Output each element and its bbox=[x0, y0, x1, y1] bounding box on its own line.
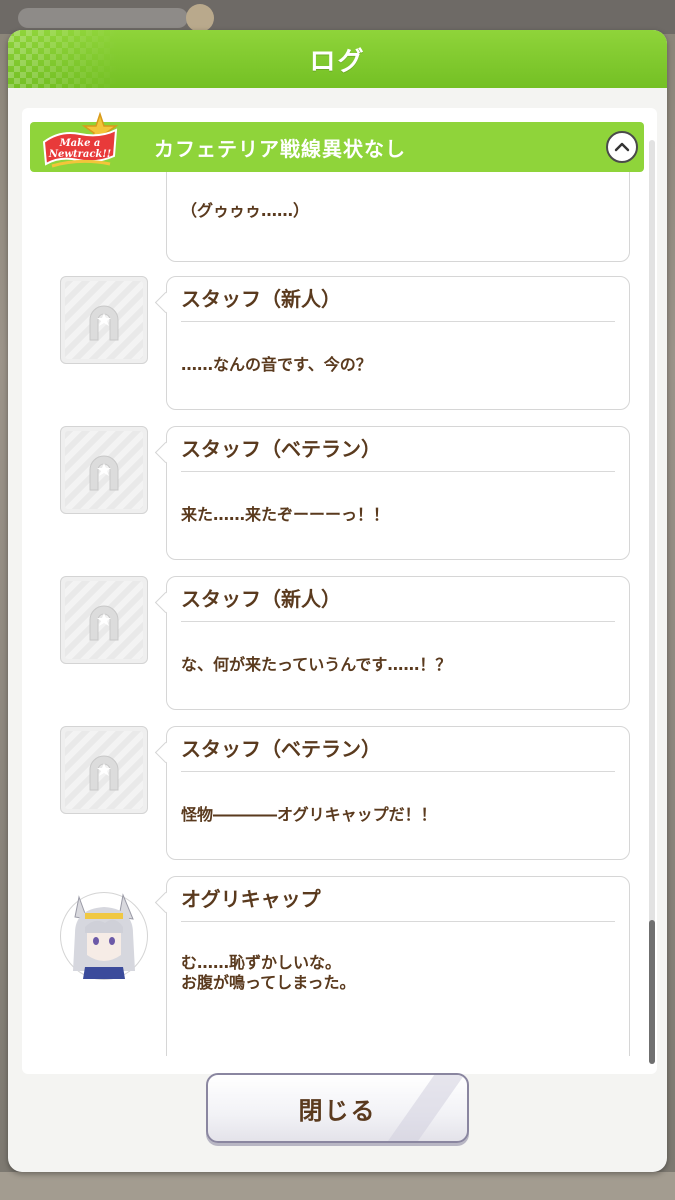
message-bubble: スタッフ（ベテラン） 怪物――――オグリキャップだ！！ bbox=[166, 726, 630, 860]
character-portrait-icon bbox=[62, 893, 146, 979]
message-text: ……なんの音です、今の？ bbox=[181, 355, 372, 374]
avatar bbox=[60, 726, 148, 814]
close-button[interactable]: 閉じる bbox=[206, 1073, 469, 1143]
collapse-button[interactable] bbox=[606, 131, 638, 163]
avatar bbox=[60, 426, 148, 514]
divider bbox=[181, 471, 615, 472]
message-bubble: （グゥゥゥ……） bbox=[166, 172, 630, 262]
divider bbox=[181, 771, 615, 772]
horseshoe-icon bbox=[89, 755, 119, 791]
message-bubble: スタッフ（新人） な、何が来たっていうんです……！？ bbox=[166, 576, 630, 710]
divider bbox=[181, 921, 615, 922]
close-button-label: 閉じる bbox=[298, 1096, 377, 1125]
message-text: な、何が来たっていうんです……！？ bbox=[181, 655, 452, 674]
chevron-up-icon bbox=[614, 142, 630, 152]
log-panel[interactable]: Make a Newtrack!! カフェテリア戦線異状なし （グゥゥゥ……） bbox=[22, 108, 657, 1074]
avatar bbox=[60, 276, 148, 364]
divider bbox=[181, 321, 615, 322]
background-bottom-bar bbox=[0, 1172, 675, 1200]
speaker-name: スタッフ（ベテラン） bbox=[181, 437, 381, 461]
dialog-title: ログ bbox=[309, 46, 366, 77]
message-bubble: オグリキャップ む……恥ずかしいな。 お腹が鳴ってしまった。 bbox=[166, 876, 630, 1056]
horseshoe-icon bbox=[89, 305, 119, 341]
background-blurred-icon bbox=[186, 4, 214, 32]
speaker-name: スタッフ（新人） bbox=[181, 587, 341, 611]
log-list[interactable]: （グゥゥゥ……） スタッフ（新人） ……なんの音です、今の？ スタッフ（ベテラン… bbox=[22, 172, 657, 1056]
message-text: 怪物――――オグリキャップだ！！ bbox=[181, 805, 437, 824]
make-a-newtrack-logo: Make a Newtrack!! bbox=[42, 112, 119, 168]
speaker-name: スタッフ（ベテラン） bbox=[181, 737, 381, 761]
speaker-name: スタッフ（新人） bbox=[181, 287, 341, 311]
scrollbar-thumb[interactable] bbox=[649, 920, 655, 1064]
avatar bbox=[60, 576, 148, 664]
horseshoe-icon bbox=[89, 605, 119, 641]
dialog-header: ログ bbox=[8, 30, 667, 88]
log-dialog: ログ Make a Newtrack!! カフェテリア戦線異状なし （グゥゥゥ…… bbox=[8, 30, 667, 1172]
message-bubble: スタッフ（ベテラン） 来た……来たぞーーーっ！！ bbox=[166, 426, 630, 560]
message-text: 来た……来たぞーーーっ！！ bbox=[181, 505, 390, 524]
svg-text:Newtrack!!: Newtrack!! bbox=[48, 149, 111, 160]
speaker-name: オグリキャップ bbox=[181, 887, 321, 911]
story-title: カフェテリア戦線異状なし bbox=[154, 136, 406, 161]
character-avatar bbox=[60, 892, 148, 980]
svg-text:Make a: Make a bbox=[59, 138, 101, 149]
story-header[interactable]: Make a Newtrack!! カフェテリア戦線異状なし bbox=[30, 112, 644, 172]
message-text: （グゥゥゥ……） bbox=[181, 201, 310, 220]
background-blurred-pill bbox=[18, 8, 188, 28]
horseshoe-icon bbox=[89, 455, 119, 491]
message-bubble: スタッフ（新人） ……なんの音です、今の？ bbox=[166, 276, 630, 410]
divider bbox=[181, 621, 615, 622]
message-text: む……恥ずかしいな。 お腹が鳴ってしまった。 bbox=[181, 953, 356, 992]
